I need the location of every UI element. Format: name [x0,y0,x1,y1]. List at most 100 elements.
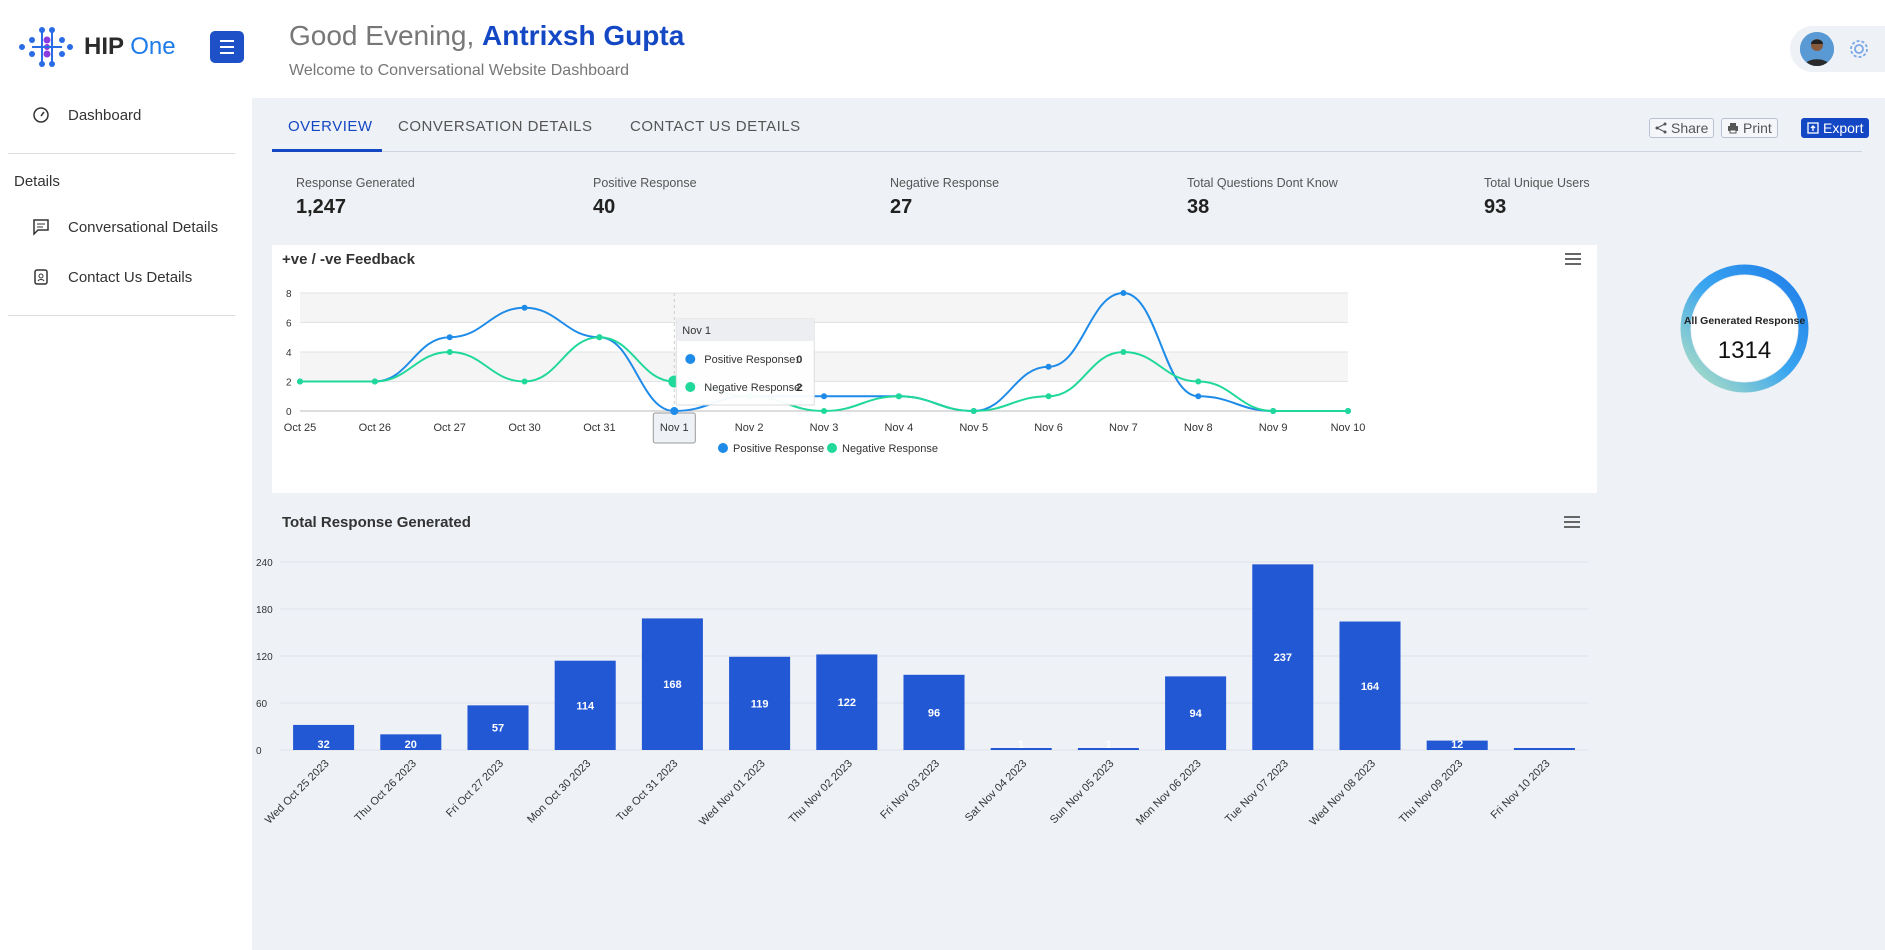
kpi-label: Response Generated [296,176,415,190]
x-tick-label: Mon Nov 06 2023 [1134,758,1204,828]
data-point [446,349,453,355]
feedback-chart-card: +ve / -ve Feedback 0 2 4 6 8 Oct 25 Oct 26 Oct … [272,245,1597,493]
tab-overview[interactable]: OVERVIEW [288,118,373,135]
print-button[interactable]: Print [1721,118,1778,138]
x-tick-label: Nov 10 [1331,422,1366,434]
data-point [1345,408,1351,414]
data-point [446,334,453,341]
data-point [1120,290,1127,296]
logo-icon [19,27,73,67]
x-tick-label: Tue Nov 07 2023 [1223,758,1291,826]
data-point [596,334,603,341]
bar-value-label: 12 [1451,739,1463,751]
y-tick-label: 2 [286,378,292,389]
data-point [895,393,902,400]
kpi-label: Total Unique Users [1484,176,1590,190]
print-label: Print [1743,120,1772,136]
bar-value-label: 122 [838,697,856,709]
share-button[interactable]: Share [1649,118,1715,138]
x-tick-label: Nov 4 [884,422,913,434]
kpi-response-generated: Response Generated 1,247 [296,176,415,219]
bar-value-label: 96 [928,707,940,719]
x-tick-label: Nov 7 [1109,422,1138,434]
x-tick-label: Thu Nov 02 2023 [787,758,855,826]
greeting: Good Evening, Antrixsh Gupta [289,20,685,51]
dashboard-icon [33,107,49,123]
total-response-bar-chart: 0 60 120 180 240 32 Wed Oct 25 2023 20 Thu Oct 2… [256,558,1588,829]
user-menu[interactable] [1790,26,1885,72]
y-tick-label: 4 [286,348,292,359]
user-name: Antrixsh Gupta [482,20,685,51]
kpi-negative-response: Negative Response 27 [890,176,999,219]
contact-book-icon [34,269,48,285]
tooltip-label: Negative Response: [704,382,803,394]
data-point [371,378,378,385]
gauge-ring [1680,264,1809,393]
kpi-label: Total Questions Dont Know [1187,176,1338,190]
x-tick-label: Nov 3 [810,422,839,434]
data-point [521,304,528,311]
x-tick-label: Thu Nov 09 2023 [1397,758,1465,826]
x-tick-label: Wed Nov 08 2023 [1308,758,1379,829]
sidebar-item-dashboard[interactable]: Dashboard [32,106,141,124]
export-button[interactable]: Export [1801,118,1870,138]
tab-conversation-details[interactable]: CONVERSATION DETAILS [398,118,592,135]
tooltip-value: 2 [796,382,802,394]
bar-value-label: 164 [1361,681,1380,693]
x-tick-label: Oct 25 [284,422,316,434]
data-point [1045,363,1052,370]
x-tick-label: Nov 6 [1034,422,1063,434]
sidebar: HIP One Dashboard Details Conversational… [0,0,252,950]
x-tick-label: Thu Oct 26 2023 [352,758,418,824]
export-icon [1807,122,1819,134]
kpi-value: 1,247 [296,196,347,218]
x-tick-label: Nov 9 [1259,422,1288,434]
bar-value-label: 94 [1189,708,1202,720]
kpi-value: 27 [890,196,913,218]
gear-icon[interactable] [1848,38,1870,60]
x-tick-label: Fri Oct 27 2023 [444,758,506,820]
legend-marker [718,443,728,453]
y-tick-label: 0 [256,746,262,757]
x-tick-label: Nov 2 [735,422,764,434]
data-point [1270,408,1277,414]
x-tick-label: Oct 31 [583,422,615,434]
all-generated-response-gauge: All Generated Response 1314 [1679,263,1810,394]
sidebar-item-contact-us-details[interactable]: Contact Us Details [32,268,192,286]
page-header: Good Evening, Antrixsh Gupta Welcome to … [252,0,1885,98]
brand-logo[interactable]: HIP One [18,24,176,70]
bar-value-label: 168 [663,679,681,691]
feedback-line-chart: 0 2 4 6 8 Oct 25 Oct 26 Oct 27 Oct 30 Oct 31 Nov 1… [284,289,1366,455]
x-tick-label: Wed Nov 01 2023 [697,758,768,829]
tooltip-title: Nov 1 [682,325,711,337]
kpi-value: 38 [1187,196,1210,218]
tab-contact-us-details[interactable]: CONTACT US DETAILS [630,118,801,135]
bar-value-label: 119 [751,698,769,710]
data-point [297,378,303,385]
y-tick-label: 120 [256,652,273,663]
y-tick-label: 240 [256,558,273,569]
avatar[interactable] [1800,32,1834,66]
sidebar-item-label: Conversational Details [68,218,219,236]
x-tick-label: Nov 1 [660,422,689,434]
brand-name: HIP One [84,33,176,60]
active-tab-indicator [272,149,382,152]
legend-marker [827,443,837,453]
x-tick-label: Oct 27 [434,422,466,434]
y-tick-label: 8 [286,289,292,300]
menu-toggle-button[interactable] [210,31,244,63]
tooltip-label: Positive Response: [704,354,798,366]
sidebar-divider [8,153,235,154]
tooltip-value: 0 [796,354,802,366]
data-point [521,378,528,385]
gauge-label: All Generated Response [1683,315,1806,327]
legend-label: Negative Response [842,443,938,455]
data-point [1195,378,1202,385]
sidebar-section-label: Details [14,173,60,190]
bar-value-label: 114 [576,700,595,712]
sidebar-divider [8,315,235,316]
x-tick-label: Tue Oct 31 2023 [614,758,680,824]
sidebar-item-conversational-details[interactable]: Conversational Details [32,218,218,236]
data-point [670,407,679,415]
bar-value-label: 20 [405,739,417,751]
